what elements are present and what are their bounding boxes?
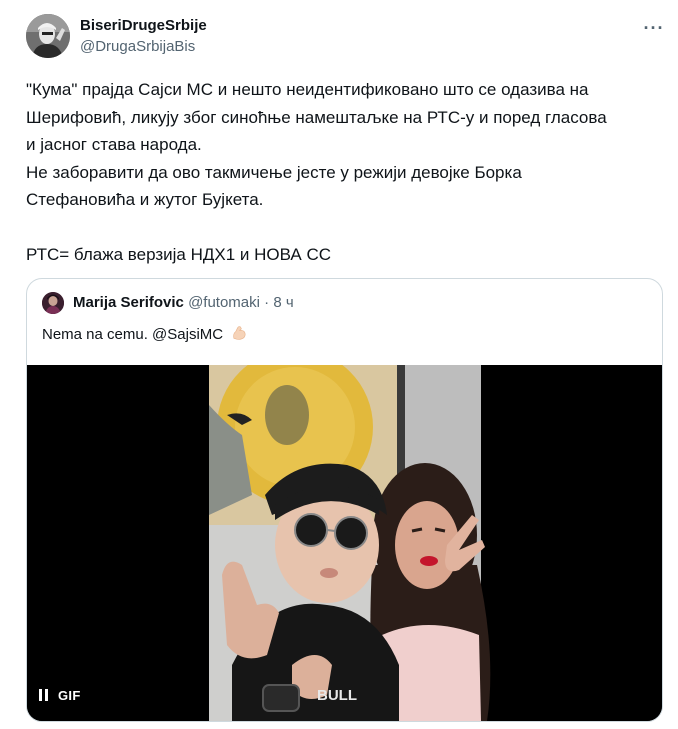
- flexed-biceps-icon: [231, 325, 248, 345]
- more-options-button[interactable]: ···: [640, 14, 668, 42]
- quoted-tweet-header: Marija Serifovic @futomaki · 8 ч: [73, 293, 294, 313]
- separator-dot: ·: [264, 294, 270, 311]
- quoted-author-name[interactable]: Marija Serifovic: [73, 294, 184, 311]
- pause-icon[interactable]: [39, 688, 48, 702]
- gif-badge: GIF: [58, 687, 81, 703]
- quoted-tweet-card[interactable]: Marija Serifovic @futomaki · 8 ч Nema na…: [26, 278, 663, 722]
- gif-media[interactable]: BULL GIF: [27, 365, 662, 721]
- tweet: BiseriDrugeSrbije @DrugaSrbijaBis ··· "К…: [0, 0, 678, 729]
- quoted-author-avatar[interactable]: [42, 292, 64, 314]
- author-name[interactable]: BiseriDrugeSrbije: [80, 16, 207, 36]
- tweet-text: "Кума" прајда Сајси МС и нешто неидентиф…: [26, 80, 607, 264]
- shirt-print: BULL: [317, 687, 357, 704]
- quoted-tweet-text: Nema na cemu. @SajsiMC: [42, 325, 248, 345]
- gif-playback-control[interactable]: GIF: [39, 683, 81, 707]
- quoted-author-handle[interactable]: @futomaki: [188, 294, 260, 311]
- author-avatar[interactable]: [26, 14, 70, 58]
- quoted-tweet-text-content: Nema na cemu. @SajsiMC: [42, 326, 224, 343]
- gif-frame: BULL: [27, 365, 662, 721]
- quoted-tweet-time[interactable]: 8 ч: [273, 294, 293, 311]
- author-handle[interactable]: @DrugaSrbijaBis: [80, 37, 195, 57]
- more-icon: ···: [643, 18, 665, 38]
